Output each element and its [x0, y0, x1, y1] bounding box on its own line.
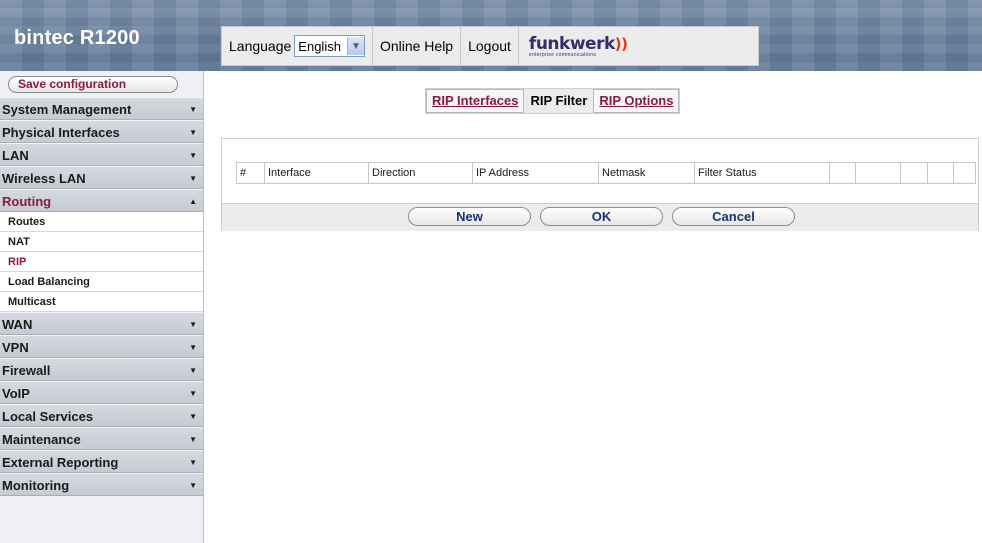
- language-label: Language: [229, 38, 292, 54]
- sidebar-item-label: Physical Interfaces: [2, 125, 120, 140]
- cancel-button[interactable]: Cancel: [672, 207, 795, 226]
- sidebar-item-label: Wireless LAN: [2, 171, 86, 186]
- sidebar-item-system-management[interactable]: System Management ▼: [0, 97, 203, 120]
- chevron-down-icon: ▼: [189, 458, 197, 467]
- column-header: Interface: [265, 163, 369, 183]
- product-title: bintec R1200: [14, 27, 140, 49]
- tab-rip-options[interactable]: RIP Options: [593, 89, 680, 113]
- column-header: Netmask: [599, 163, 695, 183]
- tab-rip-interfaces[interactable]: RIP Interfaces: [426, 89, 525, 113]
- header-banner: bintec R1200 Language English ▼ Online H…: [0, 0, 982, 71]
- column-header: [901, 163, 928, 183]
- column-header: [856, 163, 901, 183]
- chevron-down-icon: ▼: [189, 412, 197, 421]
- sidebar-item-maintenance[interactable]: Maintenance ▼: [0, 427, 203, 450]
- sidebar-item-lan[interactable]: LAN ▼: [0, 143, 203, 166]
- column-header: #: [237, 163, 265, 183]
- column-header: [954, 163, 975, 183]
- filter-panel: # Interface Direction IP Address Netmask Filt…: [221, 138, 979, 231]
- chevron-down-icon: ▼: [189, 151, 197, 160]
- sidebar-item-physical-interfaces[interactable]: Physical Interfaces ▼: [0, 120, 203, 143]
- column-header: Direction: [369, 163, 473, 183]
- online-help-link[interactable]: Online Help: [373, 27, 462, 65]
- sidebar-item-label: WAN: [2, 317, 33, 332]
- sidebar-item-label: VPN: [2, 340, 29, 355]
- sidebar-item-voip[interactable]: VoIP ▼: [0, 381, 203, 404]
- chevron-down-icon[interactable]: ▼: [346, 37, 364, 55]
- sidebar-item-label: Local Services: [2, 409, 94, 424]
- ok-button[interactable]: OK: [540, 207, 663, 226]
- chevron-down-icon: ▼: [189, 320, 197, 329]
- sidebar-item-label: System Management: [2, 102, 132, 117]
- sidebar-item-local-services[interactable]: Local Services ▼: [0, 404, 203, 427]
- column-header: IP Address: [473, 163, 599, 183]
- column-header: [830, 163, 856, 183]
- tab-bar: RIP Interfaces RIP Filter RIP Options: [425, 88, 681, 114]
- sidebar-subitem-nat[interactable]: NAT: [0, 232, 203, 252]
- sidebar-item-vpn[interactable]: VPN ▼: [0, 335, 203, 358]
- chevron-down-icon: ▼: [189, 174, 197, 183]
- sidebar-item-label: LAN: [2, 148, 29, 163]
- top-toolbar: Language English ▼ Online Help Logout fu…: [221, 26, 759, 66]
- chevron-down-icon: ▼: [189, 343, 197, 352]
- language-selector: Language English ▼: [222, 27, 373, 65]
- filter-table-header: # Interface Direction IP Address Netmask Filt…: [236, 162, 976, 184]
- sidebar-item-monitoring[interactable]: Monitoring ▼: [0, 473, 203, 496]
- save-configuration-button[interactable]: Save configuration: [8, 75, 178, 93]
- sidebar-item-firewall[interactable]: Firewall ▼: [0, 358, 203, 381]
- sidebar-item-label: VoIP: [2, 386, 30, 401]
- sidebar-subitem-rip[interactable]: RIP: [0, 252, 203, 272]
- tab-rip-filter[interactable]: RIP Filter: [524, 89, 594, 113]
- column-header: Filter Status: [695, 163, 830, 183]
- sidebar-item-wan[interactable]: WAN ▼: [0, 312, 203, 335]
- language-value: English: [298, 38, 341, 54]
- sidebar-subitem-load-balancing[interactable]: Load Balancing: [0, 272, 203, 292]
- save-area: Save configuration: [0, 71, 203, 97]
- sidebar-item-wireless-lan[interactable]: Wireless LAN ▼: [0, 166, 203, 189]
- chevron-down-icon: ▼: [189, 128, 197, 137]
- sidebar-subitem-routes[interactable]: Routes: [0, 212, 203, 232]
- column-header: [928, 163, 954, 183]
- chevron-down-icon: ▼: [189, 366, 197, 375]
- sidebar-item-label: Maintenance: [2, 432, 81, 447]
- sidebar-item-label: Firewall: [2, 363, 51, 378]
- nav-list: System Management ▼ Physical Interfaces ▼ LA…: [0, 97, 203, 496]
- chevron-down-icon: ▼: [189, 389, 197, 398]
- logout-link[interactable]: Logout: [461, 27, 519, 65]
- logo-text: funkwerk: [528, 34, 615, 54]
- sidebar-item-label: External Reporting: [2, 455, 119, 470]
- sidebar-subitem-multicast[interactable]: Multicast: [0, 292, 203, 312]
- waves-icon: )): [614, 35, 628, 53]
- sidebar-item-label: Monitoring: [2, 478, 70, 493]
- logo-subtitle: enterprise communications: [528, 52, 597, 58]
- chevron-down-icon: ▼: [189, 481, 197, 490]
- main-content: RIP Interfaces RIP Filter RIP Options # I…: [204, 71, 982, 543]
- sidebar-nav: Save configuration System Management ▼ Phy…: [0, 71, 204, 543]
- chevron-up-icon: ▲: [189, 197, 197, 206]
- funkwerk-logo: funkwerk)) enterprise communications: [519, 27, 638, 65]
- chevron-down-icon: ▼: [189, 105, 197, 114]
- sidebar-item-external-reporting[interactable]: External Reporting ▼: [0, 450, 203, 473]
- sidebar-item-routing[interactable]: Routing ▲: [0, 189, 203, 212]
- language-select[interactable]: English ▼: [294, 35, 365, 57]
- chevron-down-icon: ▼: [189, 435, 197, 444]
- new-button[interactable]: New: [408, 207, 531, 226]
- sidebar-item-label: Routing: [2, 194, 52, 209]
- button-bar: New OK Cancel: [222, 203, 978, 231]
